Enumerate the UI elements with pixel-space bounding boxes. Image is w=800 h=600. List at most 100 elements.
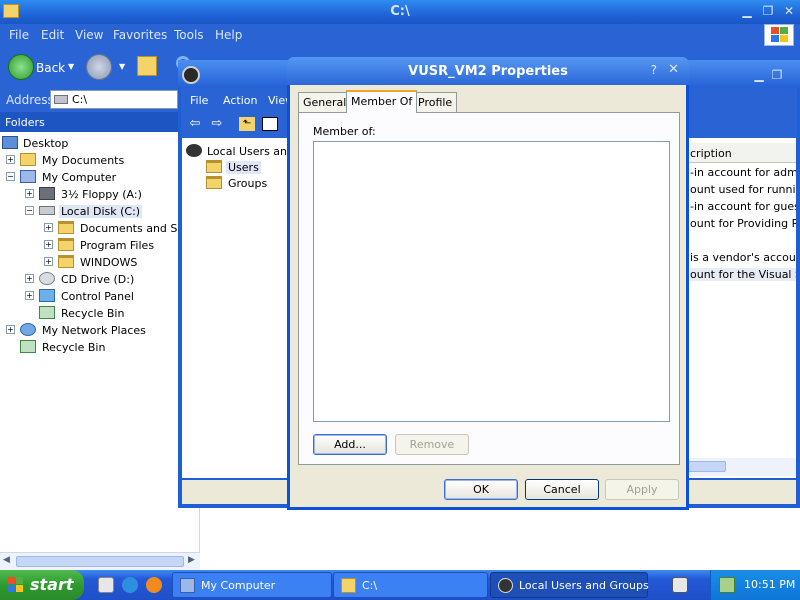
taskbar-item-c-drive[interactable]: C:\ <box>333 572 488 598</box>
maximize-button[interactable]: ❐ <box>759 3 777 20</box>
clock[interactable]: 10:51 PM <box>744 578 795 591</box>
tree-item-label: My Network Places <box>42 324 146 337</box>
folder-icon <box>206 160 222 173</box>
system-tray: 10:51 PM <box>710 570 800 600</box>
cancel-button[interactable]: Cancel <box>525 479 599 500</box>
back-dropdown-icon[interactable]: ▼ <box>68 62 74 71</box>
tree-horizontal-scrollbar[interactable]: ◀ ▶ <box>0 552 200 570</box>
tab-profile[interactable]: Profile <box>413 92 458 112</box>
remove-button[interactable]: Remove <box>395 434 469 455</box>
tree-item-label: Groups <box>228 177 268 190</box>
expand-icon[interactable]: + <box>44 223 53 232</box>
expand-icon[interactable]: + <box>25 291 34 300</box>
expand-icon[interactable]: + <box>6 325 15 334</box>
quicklaunch-desktop-icon[interactable] <box>98 577 114 593</box>
list-item[interactable]: ount for the Visual Stu <box>690 268 796 281</box>
snapin-tree: Local Users and G Users Groups <box>182 138 306 478</box>
back-icon[interactable]: ⇦ <box>187 117 203 131</box>
users-icon <box>186 144 202 157</box>
scroll-right-icon[interactable]: ▶ <box>188 555 195 565</box>
expand-icon[interactable]: + <box>25 189 34 198</box>
tab-general[interactable]: General <box>298 92 352 112</box>
add-button[interactable]: Add... <box>313 434 387 455</box>
column-header-label: cription <box>690 147 732 160</box>
keyboard-icon[interactable] <box>672 577 688 593</box>
menu-edit[interactable]: Edit <box>41 28 64 42</box>
explorer-title-bar[interactable]: C:\ ▁ ❐ ✕ <box>0 0 800 24</box>
explorer-title: C:\ <box>390 4 410 19</box>
scroll-left-icon[interactable]: ◀ <box>3 555 10 565</box>
taskbar-item-label: C:\ <box>362 579 378 592</box>
close-button[interactable]: ✕ <box>668 62 679 77</box>
address-input[interactable]: C:\ <box>50 90 178 109</box>
apply-button[interactable]: Apply <box>605 479 679 500</box>
show-hide-tree-icon[interactable] <box>262 117 278 131</box>
drive-icon <box>54 95 68 104</box>
users-list: cription -in account for adminis ount us… <box>678 138 796 478</box>
folder-icon <box>58 238 74 251</box>
back-button-label[interactable]: Back <box>36 61 65 75</box>
expand-icon[interactable]: + <box>6 155 15 164</box>
help-button[interactable]: ? <box>651 63 657 77</box>
forward-arrow-icon[interactable] <box>86 54 112 80</box>
tab-member-of[interactable]: Member Of <box>346 90 418 113</box>
up-level-icon[interactable]: ⬑ <box>239 117 255 131</box>
list-item[interactable]: ount for Providing Rem <box>690 217 796 230</box>
column-header-description[interactable]: cription <box>678 143 796 163</box>
scrollbar-thumb[interactable] <box>16 556 184 567</box>
internet-explorer-icon[interactable] <box>122 577 138 593</box>
tree-item-label: My Documents <box>42 154 125 167</box>
folder-icon <box>58 221 74 234</box>
recycle-bin-icon <box>20 340 36 353</box>
ok-button[interactable]: OK <box>444 479 518 500</box>
tree-item-label: Users <box>226 161 261 174</box>
list-item[interactable]: ount used for running <box>690 183 796 196</box>
dialog-body: General Member Of Profile Member of: Add… <box>290 85 686 507</box>
network-icon <box>20 323 36 336</box>
minimize-button[interactable]: ▁ <box>738 3 756 20</box>
close-button[interactable]: ✕ <box>780 3 798 20</box>
media-player-icon[interactable] <box>146 577 162 593</box>
dialog-title-bar[interactable]: VUSR_VM2 Properties ? ✕ <box>287 57 689 85</box>
up-folder-icon[interactable] <box>137 56 157 76</box>
list-item[interactable]: -in account for adminis <box>690 166 796 179</box>
back-arrow-icon[interactable] <box>8 54 34 80</box>
menu-action[interactable]: Action <box>223 94 257 107</box>
menu-view[interactable]: View <box>75 28 103 42</box>
expand-icon[interactable]: + <box>44 240 53 249</box>
menu-favorites[interactable]: Favorites <box>113 28 167 42</box>
forward-icon[interactable]: ⇨ <box>209 117 225 131</box>
tree-item-label: My Computer <box>42 171 117 184</box>
maximize-button[interactable]: ❐ <box>768 67 786 84</box>
windows-logo-icon <box>764 24 794 46</box>
tray-network-icon[interactable] <box>719 577 735 593</box>
list-horizontal-scrollbar[interactable] <box>678 458 796 476</box>
list-item[interactable]: is a vendor's account <box>690 251 796 264</box>
expand-icon[interactable]: + <box>25 274 34 283</box>
computer-icon <box>20 170 36 183</box>
taskbar-item-my-computer[interactable]: My Computer <box>172 572 332 598</box>
tree-item-label: Recycle Bin <box>42 341 106 354</box>
menu-file[interactable]: File <box>9 28 29 42</box>
member-of-panel: Member of: Add... Remove <box>298 112 680 465</box>
dialog-title: VUSR_VM2 Properties <box>408 64 568 79</box>
address-label: Address <box>6 93 54 107</box>
documents-icon <box>20 153 36 166</box>
forward-dropdown-icon[interactable]: ▼ <box>119 62 125 71</box>
menu-tools[interactable]: Tools <box>174 28 204 42</box>
folder-icon <box>341 578 356 593</box>
collapse-icon[interactable]: − <box>6 172 15 181</box>
properties-dialog: VUSR_VM2 Properties ? ✕ General Member O… <box>287 57 689 510</box>
groups-listbox[interactable] <box>313 141 670 422</box>
collapse-icon[interactable]: − <box>25 206 34 215</box>
start-button[interactable]: start <box>0 570 84 600</box>
floppy-icon <box>39 187 55 200</box>
menu-help[interactable]: Help <box>215 28 242 42</box>
expand-icon[interactable]: + <box>44 257 53 266</box>
minimize-button[interactable]: ▁ <box>750 67 768 84</box>
tree-item-label: CD Drive (D:) <box>61 273 135 286</box>
list-item[interactable]: -in account for guest a <box>690 200 796 213</box>
menu-file[interactable]: File <box>190 94 208 107</box>
taskbar-item-local-users[interactable]: Local Users and Groups <box>490 572 649 598</box>
taskbar: start My Computer C:\ Local Users and Gr… <box>0 570 800 600</box>
